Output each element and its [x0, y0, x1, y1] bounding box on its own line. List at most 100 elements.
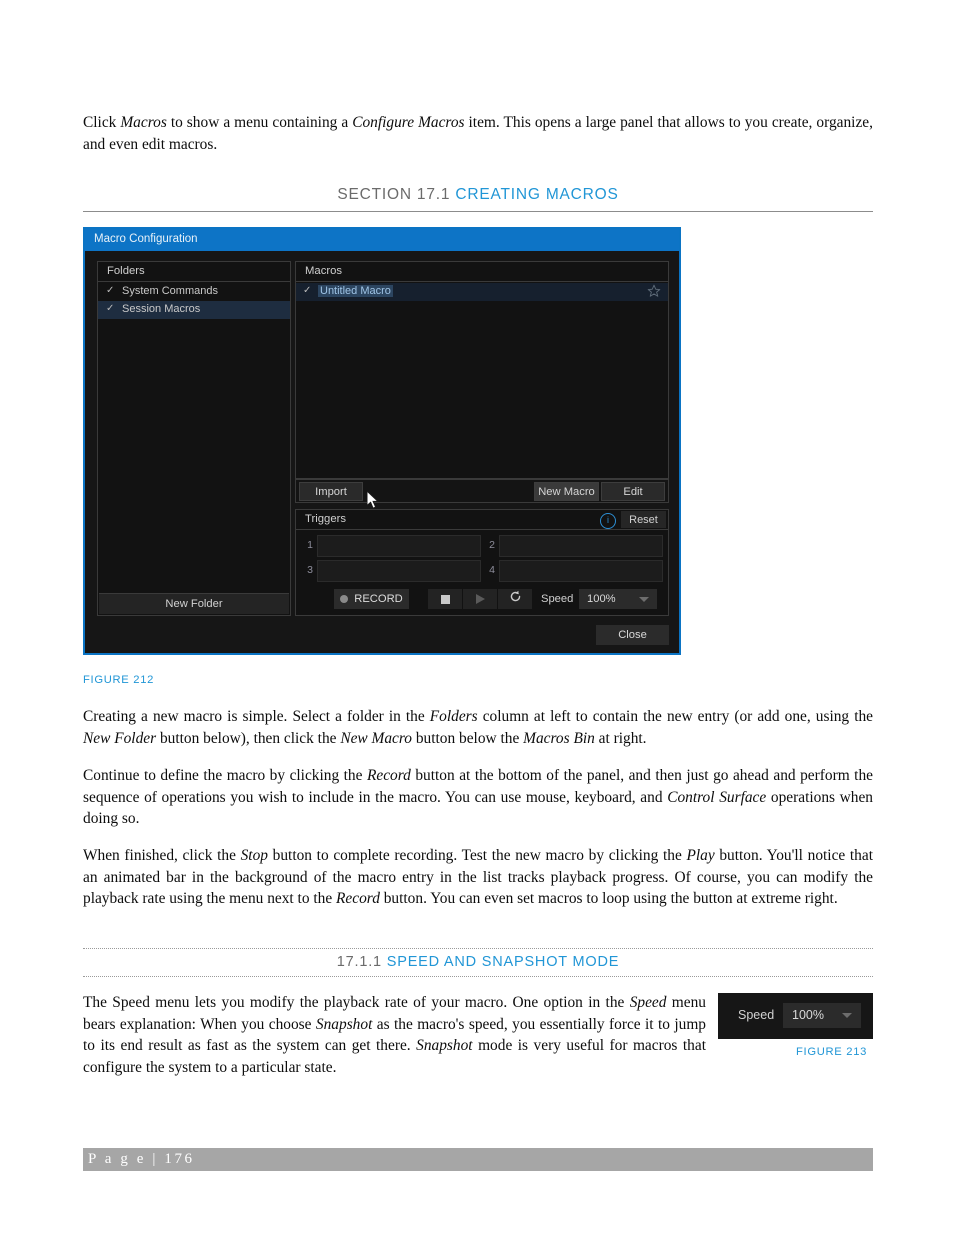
paragraph-creating-macro: Creating a new macro is simple. Select a…	[83, 706, 873, 749]
subsection-number: 17.1.1	[336, 954, 382, 970]
text-run: The Speed menu lets you modify the playb…	[83, 994, 630, 1011]
trigger-input-4[interactable]	[499, 560, 663, 582]
chevron-down-icon	[842, 1013, 852, 1018]
emphasis-record: Record	[336, 890, 380, 908]
text-run: button to complete recording. Test the n…	[267, 847, 687, 864]
folder-list-item-system-commands[interactable]: ✓ System Commands	[98, 283, 290, 301]
record-button-label: RECORD	[354, 593, 403, 605]
subsection-title: SPEED AND SNAPSHOT MODE	[386, 954, 620, 970]
play-button[interactable]	[463, 589, 497, 609]
folder-item-label: System Commands	[122, 285, 218, 297]
triggers-panel: Triggers i Reset 1 2 3 4 RECORD Speed 10…	[295, 509, 669, 616]
edit-button[interactable]: Edit	[601, 482, 665, 501]
macro-list-item[interactable]: ✓ Untitled Macro	[296, 283, 668, 301]
loop-button[interactable]	[498, 589, 532, 609]
info-icon[interactable]: i	[600, 513, 616, 529]
speed-label: Speed	[541, 593, 574, 605]
chevron-down-icon	[639, 597, 649, 602]
macros-panel: Macros ✓ Untitled Macro	[295, 261, 669, 479]
folders-header-label: Folders	[107, 265, 145, 277]
text-run: Continue to define the macro by clicking…	[83, 767, 367, 784]
speed-label: Speed	[738, 1008, 775, 1022]
record-dot-icon	[340, 595, 349, 603]
import-button[interactable]: Import	[299, 482, 363, 501]
subsection-rule-top	[83, 948, 873, 949]
folder-list-item-session-macros[interactable]: ✓ Session Macros	[98, 301, 290, 319]
paragraph-speed-menu: The Speed menu lets you modify the playb…	[83, 992, 706, 1078]
text-run: Creating a new macro is simple. Select a…	[83, 708, 430, 725]
trigger-input-2[interactable]	[499, 535, 663, 557]
stop-button[interactable]	[428, 589, 462, 609]
loop-arrow-icon	[509, 590, 522, 608]
triggers-panel-header: Triggers i Reset	[296, 510, 668, 530]
emphasis-macros-bin: Macros Bin	[523, 729, 595, 747]
subsection-heading: 17.1.1 SPEED AND SNAPSHOT MODE	[83, 954, 873, 970]
trigger-input-3[interactable]	[317, 560, 481, 582]
triggers-header-label: Triggers	[305, 513, 347, 525]
trigger-slot-4: 4	[486, 560, 664, 582]
dialog-title: Macro Configuration	[94, 233, 198, 245]
folder-item-label: Session Macros	[122, 303, 201, 315]
new-macro-button[interactable]: New Macro	[534, 482, 599, 501]
emphasis-record: Record	[366, 767, 411, 784]
figure-212-macro-configuration-dialog: Macro Configuration Folders ✓ System Com…	[83, 227, 681, 655]
dialog-titlebar: Macro Configuration	[85, 229, 679, 251]
figure-212-caption: FIGURE 212	[83, 674, 155, 686]
paragraph-continue-define: Continue to define the macro by clicking…	[83, 765, 873, 830]
reset-button[interactable]: Reset	[621, 511, 666, 528]
text-run: button below), then click the	[156, 729, 341, 747]
trigger-input-1[interactable]	[317, 535, 481, 557]
play-triangle-icon	[475, 594, 485, 604]
emphasis-speed: Speed	[629, 994, 667, 1011]
intro-text-2: to show a menu containing a	[166, 114, 353, 131]
intro-emphasis-configure-macros: Configure Macros	[352, 114, 465, 131]
emphasis-new-folder: New Folder	[83, 729, 157, 747]
speed-value: 100%	[587, 593, 616, 605]
section-title: CREATING MACROS	[455, 186, 619, 203]
intro-text-1: Click	[83, 114, 121, 131]
star-icon[interactable]	[647, 284, 661, 298]
trigger-number: 2	[489, 539, 495, 551]
speed-dropdown[interactable]: 100%	[783, 1003, 861, 1028]
checkmark-icon[interactable]: ✓	[303, 285, 311, 296]
intro-emphasis-macros: Macros	[120, 114, 167, 131]
stop-square-icon	[440, 594, 450, 604]
transport-controls: RECORD Speed 100%	[296, 586, 668, 614]
macro-actions-bar: Import New Macro Edit	[295, 479, 669, 503]
section-heading: SECTION 17.1 CREATING MACROS	[83, 186, 873, 204]
checkmark-icon[interactable]: ✓	[106, 285, 114, 296]
speed-value: 100%	[792, 1008, 824, 1022]
emphasis-stop: Stop	[240, 847, 268, 864]
trigger-slot-1: 1	[304, 535, 482, 557]
emphasis-play: Play	[686, 847, 715, 864]
text-run: button. You can even set macros to loop …	[379, 890, 838, 908]
emphasis-control-surface: Control Surface	[667, 788, 767, 806]
figure-213-speed-menu-inset: Speed 100%	[718, 993, 873, 1039]
text-run: at right.	[594, 729, 647, 747]
record-button[interactable]: RECORD	[334, 589, 409, 609]
section-number: SECTION 17.1	[337, 186, 451, 203]
trigger-slot-2: 2	[486, 535, 664, 557]
new-folder-button[interactable]: New Folder	[99, 593, 289, 614]
page-number: P a g e | 176	[88, 1151, 195, 1167]
document-page: Click Macros to show a menu containing a…	[0, 0, 954, 1235]
text-run: When finished, click the	[83, 847, 241, 864]
emphasis-new-macro: New Macro	[340, 729, 412, 747]
folders-panel-header: Folders	[98, 262, 290, 282]
paragraph-when-finished: When finished, click the Stop button to …	[83, 845, 873, 910]
macro-name-field[interactable]: Untitled Macro	[318, 285, 393, 297]
checkmark-icon[interactable]: ✓	[106, 303, 114, 314]
macros-panel-header: Macros	[296, 262, 668, 282]
speed-dropdown[interactable]: 100%	[579, 589, 657, 609]
intro-paragraph: Click Macros to show a menu containing a…	[83, 112, 873, 155]
text-run: column at left to contain the new entry …	[477, 708, 873, 725]
subsection-rule-bottom	[83, 976, 873, 977]
close-button[interactable]: Close	[596, 625, 669, 645]
text-run: button below the	[412, 729, 524, 747]
figure-213-caption: FIGURE 213	[796, 1046, 868, 1058]
macros-header-label: Macros	[305, 265, 343, 277]
page-footer-bar	[83, 1148, 873, 1171]
emphasis-snapshot: Snapshot	[315, 1015, 373, 1033]
folders-panel: Folders ✓ System Commands ✓ Session Macr…	[97, 261, 291, 616]
trigger-number: 4	[489, 564, 495, 576]
